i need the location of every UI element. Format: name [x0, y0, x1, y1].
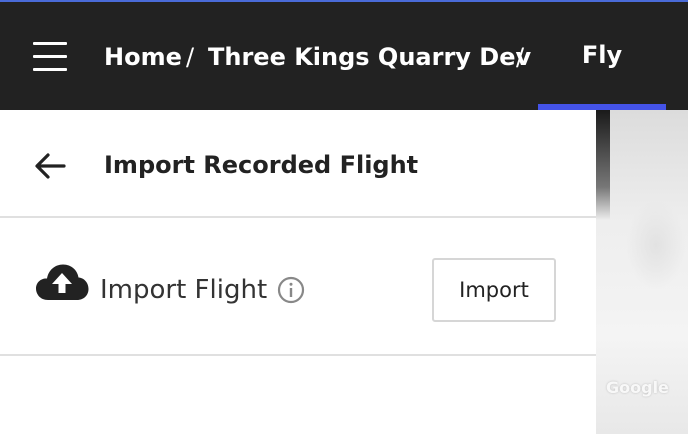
- breadcrumb-separator: /: [186, 43, 195, 71]
- map-watermark: Google: [606, 378, 669, 397]
- map-feature: [626, 200, 686, 290]
- breadcrumb-home[interactable]: Home: [104, 42, 182, 72]
- panel-title: Import Recorded Flight: [104, 151, 419, 179]
- import-flight-label: Import Flight: [100, 275, 268, 305]
- map-feature: [596, 110, 610, 220]
- arrow-left-icon[interactable]: [30, 146, 70, 186]
- info-icon[interactable]: [277, 276, 305, 304]
- import-flight-panel: Import Recorded Flight Import Flight Imp…: [0, 110, 596, 434]
- cloud-upload-icon: [34, 262, 90, 302]
- tab-fly[interactable]: Fly: [538, 2, 666, 112]
- panel-header: Import Recorded Flight: [0, 110, 596, 218]
- import-button[interactable]: Import: [432, 258, 556, 322]
- top-bar: Home / Three Kings Quarry Dev / Fly: [0, 0, 688, 112]
- breadcrumb-separator: /: [516, 43, 525, 71]
- breadcrumb-project[interactable]: Three Kings Quarry Dev: [208, 42, 531, 72]
- import-flight-row: Import Flight Import: [0, 218, 596, 356]
- hamburger-menu-icon[interactable]: [30, 40, 70, 74]
- map-view[interactable]: Google: [596, 110, 688, 434]
- tab-fly-label: Fly: [581, 41, 623, 69]
